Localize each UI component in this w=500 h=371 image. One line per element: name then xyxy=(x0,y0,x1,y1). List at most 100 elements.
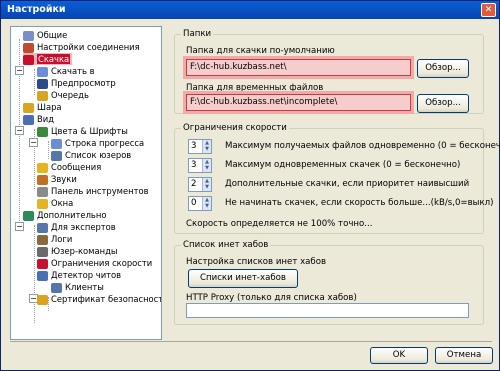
speed-note: Скорость определяется не 100% точно... xyxy=(186,219,373,229)
queue-icon xyxy=(37,90,48,101)
default-folder-label: Папка для скачки по-умолчанию xyxy=(186,46,335,56)
tree-item-label: Скачать в xyxy=(51,66,95,76)
spin-down-icon[interactable]: ▼ xyxy=(202,203,211,210)
default-folder-input[interactable]: F:\dc-hub.kuzbass.net\ xyxy=(186,59,411,76)
advanced-icon xyxy=(23,210,34,221)
hub-lists-button[interactable]: Списки инет-хабов xyxy=(188,269,298,288)
preview-icon xyxy=(37,78,48,89)
tree-item-label: Строка прогресса xyxy=(65,138,145,148)
tree-item[interactable]: Сообщения xyxy=(37,161,101,173)
settings-window: Настройки ✕ − − − − − Общие Настройки сое… xyxy=(0,0,500,371)
tree-item[interactable]: Панель инструментов xyxy=(37,185,149,197)
spin-down-icon[interactable]: ▼ xyxy=(202,184,211,191)
tree-item[interactable]: Вид xyxy=(23,113,54,125)
spin-down-icon[interactable]: ▼ xyxy=(202,146,211,153)
speed-row-label: Не начинать скачек, если скорость больше… xyxy=(225,198,494,208)
spinner-value[interactable]: 2 xyxy=(191,178,196,191)
tree-item-label: Шара xyxy=(37,102,62,112)
window-title: Настройки xyxy=(7,4,66,15)
proxy-label: HTTP Proxy (только для списка хабов) xyxy=(186,293,357,303)
browse-temp-button[interactable]: Обзор... xyxy=(417,94,469,113)
speed-spinner[interactable]: 3 ▲ ▼ xyxy=(188,139,212,154)
clients-icon xyxy=(51,282,62,293)
hubs-title: Список инет хабов xyxy=(181,240,271,250)
tree-item[interactable]: Для экспертов xyxy=(37,221,116,233)
tree-item[interactable]: Общие xyxy=(23,29,67,41)
tree-item[interactable]: Клиенты xyxy=(51,281,104,293)
speed-row-label: Максимум получаемых файлов одновременно … xyxy=(225,141,500,151)
windows-icon xyxy=(37,198,48,209)
certificate-icon xyxy=(37,294,48,305)
expand-download[interactable]: − xyxy=(15,66,24,75)
tree-item[interactable]: Дополнительно xyxy=(23,209,106,221)
progress-bar-icon xyxy=(51,138,62,149)
download-to-icon xyxy=(37,66,48,77)
spin-down-icon[interactable]: ▼ xyxy=(202,165,211,172)
tree-item-label: Список юзеров xyxy=(65,150,132,160)
tree-item[interactable]: Окна xyxy=(37,197,73,209)
title-bar: Настройки ✕ xyxy=(1,1,499,19)
tree-item[interactable]: Ограничения скорости xyxy=(37,257,152,269)
hubs-config-label: Настройка списков инет хабов xyxy=(186,257,327,267)
share-icon xyxy=(23,102,34,113)
connection-icon xyxy=(23,42,34,53)
tree-item-label: Звуки xyxy=(51,174,77,184)
footer-separator xyxy=(10,341,492,342)
expand-colors[interactable]: − xyxy=(29,138,38,147)
tree-item[interactable]: Скачка xyxy=(23,53,73,65)
speed-spinner[interactable]: 3 ▲ ▼ xyxy=(188,158,212,173)
tree-item[interactable]: Очередь xyxy=(37,89,89,101)
tree-item-label: Сообщения xyxy=(51,162,102,172)
tree-item[interactable]: Юзер-команды xyxy=(37,245,118,257)
tree-item[interactable]: Звуки xyxy=(37,173,77,185)
settings-tree[interactable]: − − − − − Общие Настройки соединения Скачк… xyxy=(10,26,162,340)
tree-item[interactable]: Предпросмотр xyxy=(37,77,116,89)
expand-advanced[interactable]: − xyxy=(15,222,24,231)
tree-item-label: Клиенты xyxy=(65,282,104,292)
tree-item-label: Предпросмотр xyxy=(51,78,116,88)
tree-item-label: Скачка xyxy=(37,54,71,64)
tree-item[interactable]: Сертификат безопасности xyxy=(37,293,161,305)
tree-item-label: Ограничения скорости xyxy=(51,258,153,268)
speed-spinner[interactable]: 0 ▲ ▼ xyxy=(188,196,212,211)
tree-item-label: Юзер-команды xyxy=(51,246,118,256)
cancel-button[interactable]: Отмена xyxy=(435,347,493,364)
speed-spinner[interactable]: 2 ▲ ▼ xyxy=(188,177,212,192)
user-list-icon xyxy=(51,150,62,161)
tree-item[interactable]: Детектор читов xyxy=(37,269,121,281)
tree-item-label: Очередь xyxy=(51,90,89,100)
tree-item-label: Окна xyxy=(51,198,74,208)
temp-folder-input[interactable]: F:\dc-hub.kuzbass.net\incomplete\ xyxy=(186,94,411,111)
spinner-value[interactable]: 3 xyxy=(191,159,196,172)
tree-item[interactable]: Цвета & Шрифты xyxy=(37,125,128,137)
colors-fonts-icon xyxy=(37,126,48,137)
tree-item-label: Для экспертов xyxy=(51,222,116,232)
tree-item-label: Цвета & Шрифты xyxy=(51,126,128,136)
tree-item-label: Общие xyxy=(37,30,68,40)
tree-item[interactable]: Настройки соединения xyxy=(23,41,140,53)
close-button[interactable]: ✕ xyxy=(481,3,496,17)
tree-item[interactable]: Скачать в xyxy=(37,65,95,77)
tree-item[interactable]: Строка прогресса xyxy=(51,137,144,149)
folders-title: Папки xyxy=(181,29,214,39)
spinner-value[interactable]: 3 xyxy=(191,140,196,153)
browse-default-button[interactable]: Обзор... xyxy=(417,59,469,78)
user-commands-icon xyxy=(37,246,48,257)
experts-icon xyxy=(37,222,48,233)
spinner-value[interactable]: 0 xyxy=(191,197,196,210)
expand-view[interactable]: − xyxy=(15,126,24,135)
ok-button[interactable]: OK xyxy=(370,347,428,364)
download-icon xyxy=(23,54,34,65)
tree-item-label: Логи xyxy=(51,234,73,244)
temp-folder-label: Папка для временных файлов xyxy=(186,83,324,93)
proxy-input[interactable] xyxy=(186,303,469,318)
tree-item[interactable]: Логи xyxy=(37,233,72,245)
tree-item[interactable]: Список юзеров xyxy=(51,149,131,161)
logs-icon xyxy=(37,234,48,245)
tree-item[interactable]: Шара xyxy=(23,101,62,113)
cheat-detector-icon xyxy=(37,270,48,281)
speed-limit-icon xyxy=(37,258,48,269)
sounds-icon xyxy=(37,174,48,185)
tree-item-label: Детектор читов xyxy=(51,270,122,280)
tree-item-label: Дополнительно xyxy=(37,210,107,220)
